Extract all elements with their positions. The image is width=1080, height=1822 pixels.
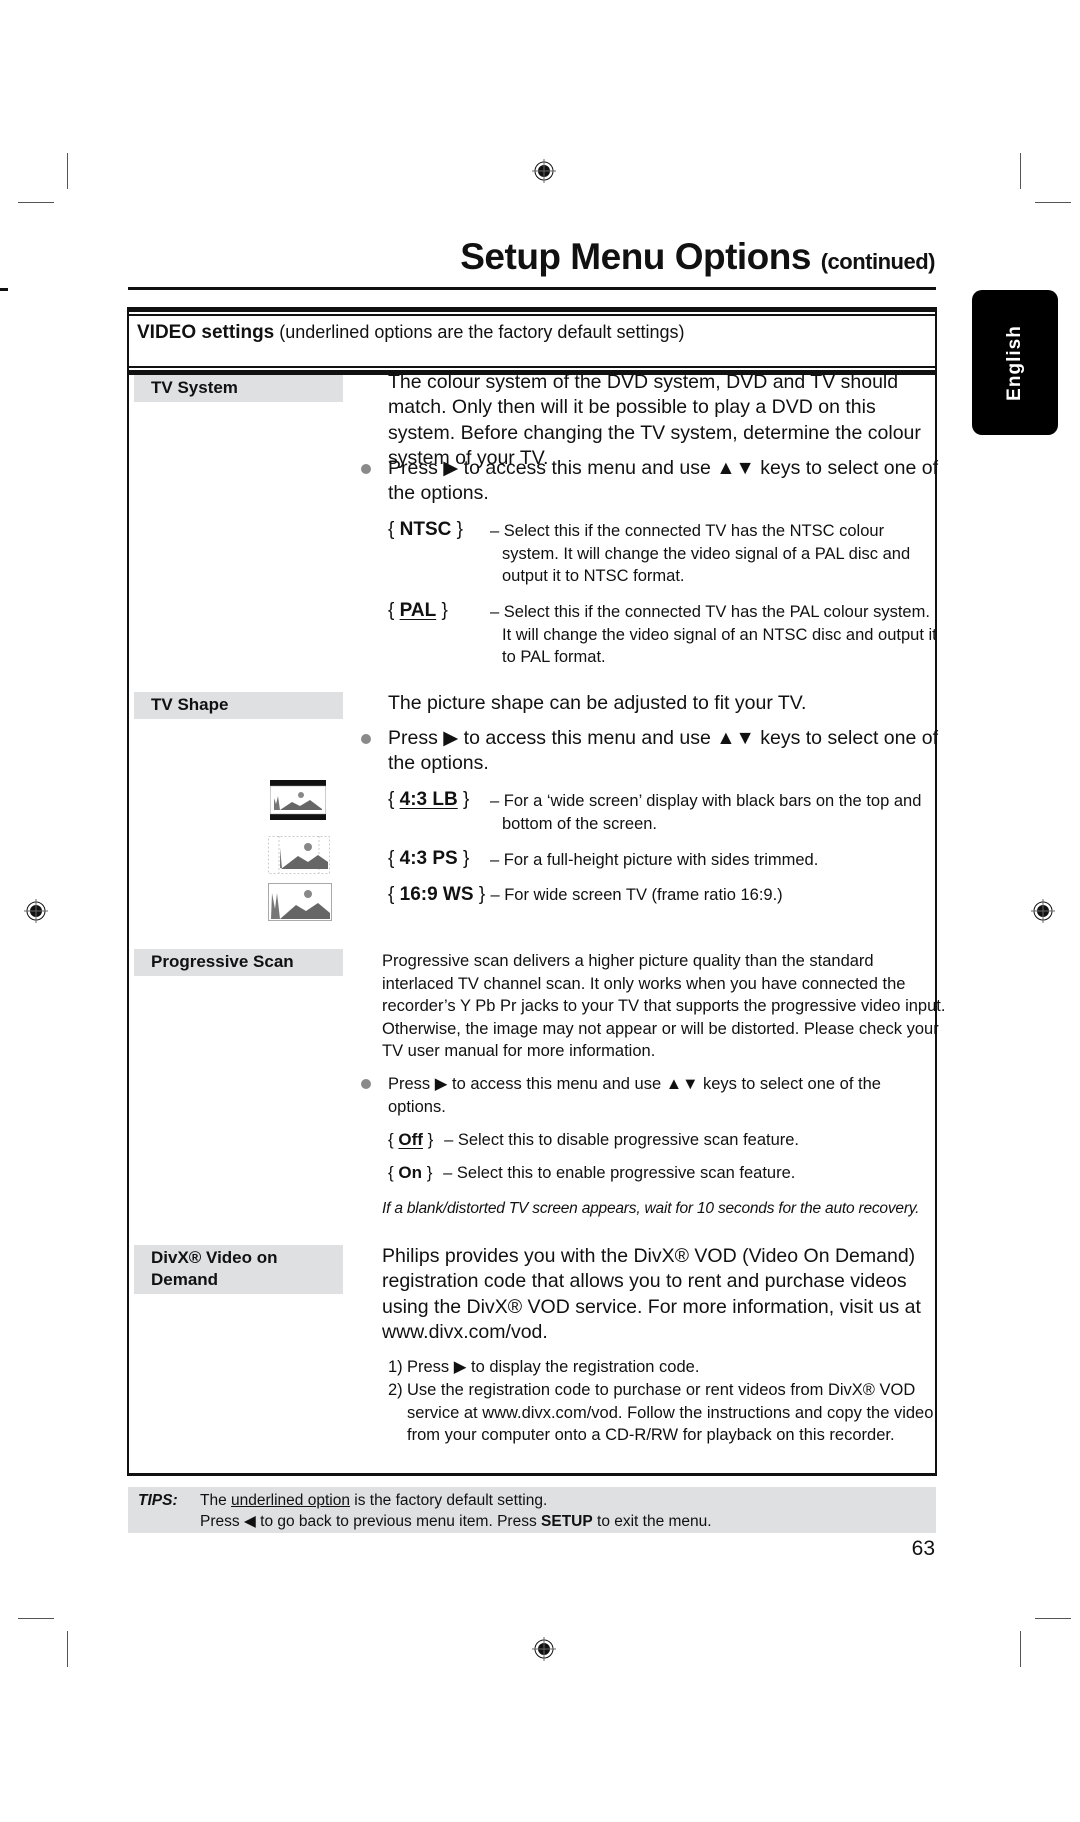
registration-mark-icon — [1031, 899, 1055, 923]
header-border — [127, 307, 937, 312]
option-on: { On } – Select this to enable progressi… — [388, 1163, 796, 1182]
crop-mark — [18, 202, 54, 203]
option-ntsc-description: – Select this if the connected TV has th… — [490, 522, 911, 586]
option-pal-description: – Select this if the connected TV has th… — [490, 603, 937, 667]
option-4-3-ps-description: – For a full-height picture with sides t… — [490, 851, 819, 869]
tv-shape-description: The picture shape can be adjusted to fit… — [388, 692, 807, 714]
divx-step: 2) Use the registration code to purchase … — [388, 1381, 934, 1445]
tv-shape-instruction: Press ▶ to access this menu and use ▲▼ k… — [388, 727, 939, 775]
page-title-suffix: (continued) — [820, 249, 936, 274]
bullet-icon — [361, 1079, 371, 1089]
crop-mark — [1020, 1631, 1021, 1667]
title-rule — [128, 287, 936, 290]
option-off: { Off } – Select this to disable progres… — [388, 1130, 800, 1149]
crop-mark — [1035, 202, 1071, 203]
edge-mark — [0, 288, 8, 291]
setting-label-tv-system: TV System — [134, 375, 343, 402]
registration-mark-icon — [532, 159, 556, 183]
bullet-icon — [361, 734, 371, 744]
tips-line-2: Press ◀ to go back to previous menu item… — [200, 1513, 712, 1530]
option-pal: { PAL } — [388, 600, 448, 621]
tv-system-instruction: Press ▶ to access this menu and use ▲▼ k… — [388, 457, 939, 505]
crop-mark — [18, 1618, 54, 1619]
crop-mark — [1035, 1618, 1071, 1619]
tips-label: TIPS: — [138, 1492, 178, 1509]
option-16-9-ws: { 16:9 WS } – For wide screen TV (frame … — [388, 884, 783, 905]
crop-mark — [67, 153, 68, 189]
section-header-title: VIDEO settings — [137, 322, 275, 343]
bullet-icon — [361, 464, 371, 474]
header-border — [127, 366, 937, 368]
registration-mark-icon — [532, 1637, 556, 1661]
setting-label-progressive-scan: Progressive Scan — [134, 949, 343, 976]
section-header: VIDEO settings (underlined options are t… — [137, 322, 685, 344]
section-header-note: (underlined options are the factory defa… — [279, 322, 685, 342]
tips-box: TIPS: The underlined option is the facto… — [128, 1487, 936, 1533]
crop-mark — [1020, 153, 1021, 189]
option-4-3-lb-description: – For a ‘wide screen’ display with black… — [490, 792, 922, 833]
divx-vod-description: Philips provides you with the DivX® VOD … — [382, 1245, 921, 1344]
page-number: 63 — [911, 1537, 935, 1560]
option-ntsc: { NTSC } — [388, 519, 463, 540]
setting-label-tv-shape: TV Shape — [134, 692, 343, 719]
language-tab: English — [972, 290, 1058, 435]
header-border — [127, 314, 937, 316]
progressive-scan-instruction: Press ▶ to access this menu and use ▲▼ k… — [388, 1075, 881, 1116]
progressive-scan-note: If a blank/distorted TV screen appears, … — [382, 1200, 920, 1217]
tips-line-1: The underlined option is the factory def… — [200, 1492, 548, 1509]
language-tab-label: English — [1004, 324, 1025, 401]
registration-mark-icon — [24, 899, 48, 923]
pan-scan-picture-icon — [268, 836, 330, 874]
widescreen-picture-icon — [268, 883, 332, 921]
option-4-3-ps: { 4:3 PS } — [388, 848, 470, 869]
crop-mark — [67, 1631, 68, 1667]
option-4-3-lb: { 4:3 LB } — [388, 789, 470, 810]
page-title: Setup Menu Options (continued) — [460, 236, 936, 277]
letterbox-picture-icon — [270, 780, 326, 820]
setting-label-divx-vod: DivX® Video on Demand — [134, 1245, 343, 1294]
progressive-scan-description: Progressive scan delivers a higher pictu… — [382, 952, 946, 1061]
divx-step: 1) Press ▶ to display the registration co… — [388, 1358, 700, 1376]
